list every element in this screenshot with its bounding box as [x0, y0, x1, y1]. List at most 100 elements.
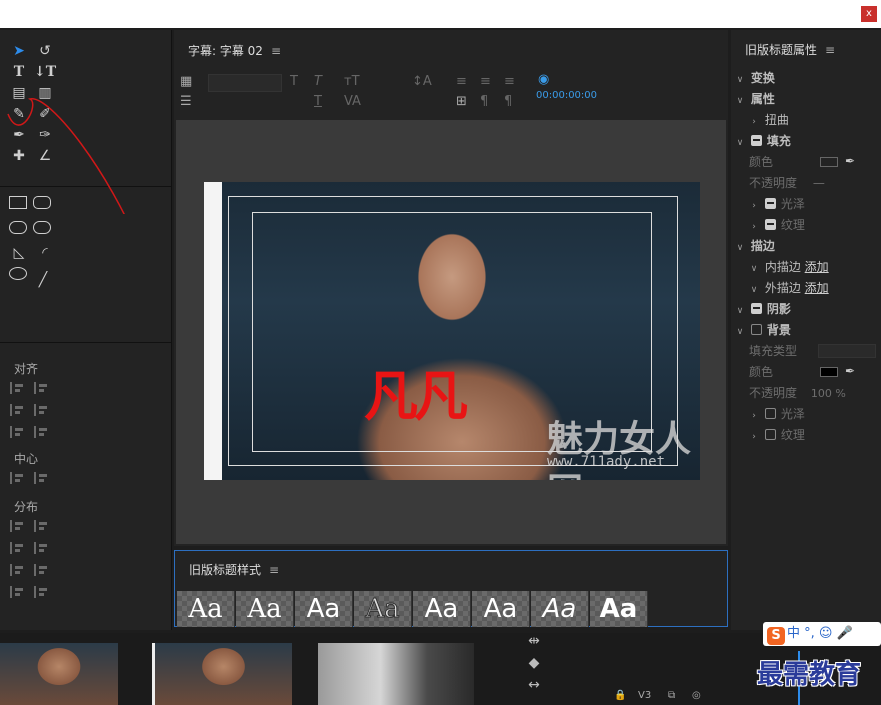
align-bottom-icon[interactable]: [34, 426, 48, 438]
slip-icon[interactable]: ↔: [512, 677, 556, 693]
editor-tab[interactable]: 字幕: 字幕 02 ≡: [188, 42, 281, 59]
sync-icon[interactable]: ⧉: [668, 690, 675, 701]
distribute-horizontal-even-icon[interactable]: [10, 586, 24, 598]
panel-menu-icon[interactable]: ≡: [825, 43, 835, 57]
texture-row[interactable]: › 纹理: [747, 215, 881, 235]
transform-section[interactable]: ∨ 变换: [733, 68, 881, 88]
kerning-icon[interactable]: VA: [344, 94, 361, 109]
italic-icon[interactable]: T: [314, 74, 322, 89]
style-swatch[interactable]: Aa: [236, 591, 294, 627]
shadow-section[interactable]: ∨ 阴影: [733, 299, 881, 319]
style-swatch[interactable]: Aa: [295, 591, 353, 627]
style-swatch[interactable]: Aa: [354, 591, 412, 627]
clipped-rectangle-tool-icon[interactable]: [9, 221, 27, 234]
chevron-right-icon: ›: [752, 117, 756, 127]
lock-icon[interactable]: 🔒: [614, 690, 626, 701]
align-hcenter-icon[interactable]: [10, 404, 24, 416]
ime-toolbar[interactable]: S中 °, ☺ 🎤: [763, 622, 881, 646]
inner-stroke-row[interactable]: ∨ 内描边 添加: [747, 257, 881, 277]
wedge-tool-icon[interactable]: ◺: [8, 244, 30, 262]
font-family-select[interactable]: [208, 74, 282, 92]
attributes-section[interactable]: ∨ 属性: [733, 89, 881, 109]
paragraph-reverse-icon[interactable]: ¶: [504, 94, 512, 109]
distribute-right-icon[interactable]: [10, 564, 24, 576]
distribute-bottom-icon[interactable]: [34, 564, 48, 576]
razor-icon[interactable]: ◆: [512, 655, 556, 671]
fill-section[interactable]: ∨ 填充: [733, 131, 881, 151]
align-center-text-icon[interactable]: ≡: [480, 74, 491, 89]
fill-type-select[interactable]: [818, 344, 876, 358]
bg-texture-row[interactable]: › 纹理: [747, 425, 881, 445]
chevron-down-icon: ∨: [750, 264, 758, 274]
distribute-hcenter-icon[interactable]: [10, 542, 24, 554]
bold-icon[interactable]: T: [290, 74, 298, 89]
style-swatch[interactable]: Aa: [413, 591, 471, 627]
film-icon[interactable]: ▦: [180, 74, 192, 89]
outer-stroke-row[interactable]: ∨ 外描边 添加: [747, 278, 881, 298]
arc-tool-icon[interactable]: ◜: [34, 244, 56, 262]
panel-menu-icon[interactable]: ≡: [271, 44, 281, 58]
row-label: 纹理: [780, 218, 805, 232]
ellipse-tool-icon[interactable]: [9, 267, 27, 280]
eye-icon[interactable]: ◎: [692, 690, 701, 701]
background-section[interactable]: ∨ 背景: [733, 320, 881, 340]
rotation-tool-icon[interactable]: ↺: [34, 42, 56, 60]
align-left-icon[interactable]: [10, 382, 24, 394]
timecode[interactable]: 00:00:00:00: [536, 90, 597, 101]
title-canvas[interactable]: 凡凡 魅力女人网 www.711ady.net: [176, 120, 726, 544]
row-label: 颜色: [749, 365, 774, 379]
distort-row[interactable]: › 扭曲: [747, 110, 881, 130]
add-outer-stroke-link[interactable]: 添加: [805, 281, 829, 295]
texture-checkbox[interactable]: [764, 219, 776, 230]
fill-color-swatch[interactable]: [820, 157, 838, 167]
eyedropper-icon[interactable]: ✒: [845, 154, 855, 168]
style-swatch[interactable]: Aa: [177, 591, 235, 627]
line-tool-icon[interactable]: ╱: [32, 271, 54, 289]
bg-texture-checkbox[interactable]: [764, 429, 776, 440]
sheen-checkbox[interactable]: [764, 198, 776, 209]
row-label: 光泽: [780, 407, 805, 421]
bg-color-swatch[interactable]: [820, 367, 838, 377]
ripple-edit-icon[interactable]: ⇹: [512, 633, 556, 649]
align-top-icon[interactable]: [34, 382, 48, 394]
clip-thumbnail[interactable]: [318, 643, 474, 705]
align-right-text-icon[interactable]: ≡: [504, 74, 515, 89]
opacity-value[interactable]: 100 %: [811, 387, 846, 400]
style-swatch[interactable]: Aa: [531, 591, 589, 627]
align-vcenter-icon[interactable]: [34, 404, 48, 416]
shadow-checkbox[interactable]: [750, 303, 762, 314]
center-vertical-icon[interactable]: [34, 472, 48, 484]
panel-menu-icon[interactable]: ≡: [269, 563, 279, 577]
align-left-text-icon[interactable]: ≡: [456, 74, 467, 89]
style-swatch[interactable]: Aa: [590, 591, 648, 627]
distribute-vcenter-icon[interactable]: [34, 542, 48, 554]
distribute-vertical-even-icon[interactable]: [34, 586, 48, 598]
opacity-value[interactable]: —: [813, 176, 825, 190]
clip-thumbnail[interactable]: [152, 643, 292, 705]
ime-status[interactable]: 中 °, ☺ 🎤: [787, 626, 853, 641]
fill-checkbox[interactable]: [750, 135, 762, 146]
paragraph-icon[interactable]: ¶: [480, 94, 488, 109]
close-button[interactable]: x: [861, 6, 877, 22]
center-horizontal-icon[interactable]: [10, 472, 24, 484]
show-background-video-icon[interactable]: ◉: [538, 72, 549, 87]
underline-icon[interactable]: T: [314, 94, 322, 109]
distribute-top-icon[interactable]: [34, 520, 48, 532]
tab-stops-icon[interactable]: ⊞: [456, 94, 467, 109]
distribute-left-icon[interactable]: [10, 520, 24, 532]
style-swatch[interactable]: Aa: [472, 591, 530, 627]
background-checkbox[interactable]: [750, 324, 762, 335]
stroke-section[interactable]: ∨ 描边: [733, 236, 881, 256]
clip-thumbnail[interactable]: [0, 643, 118, 705]
sheen-row[interactable]: › 光泽: [747, 194, 881, 214]
leading-icon[interactable]: ↕A: [412, 74, 432, 89]
list-icon[interactable]: ☰: [180, 94, 192, 109]
eyedropper-icon[interactable]: ✒: [845, 364, 855, 378]
align-right-icon[interactable]: [10, 426, 24, 438]
selection-tool-icon[interactable]: ➤: [8, 42, 30, 60]
bg-sheen-row[interactable]: › 光泽: [747, 404, 881, 424]
add-inner-stroke-link[interactable]: 添加: [805, 260, 829, 274]
font-size-icon[interactable]: ᴛT: [344, 74, 360, 89]
bg-sheen-checkbox[interactable]: [764, 408, 776, 419]
rounded-corner-tool-icon[interactable]: [33, 221, 51, 234]
